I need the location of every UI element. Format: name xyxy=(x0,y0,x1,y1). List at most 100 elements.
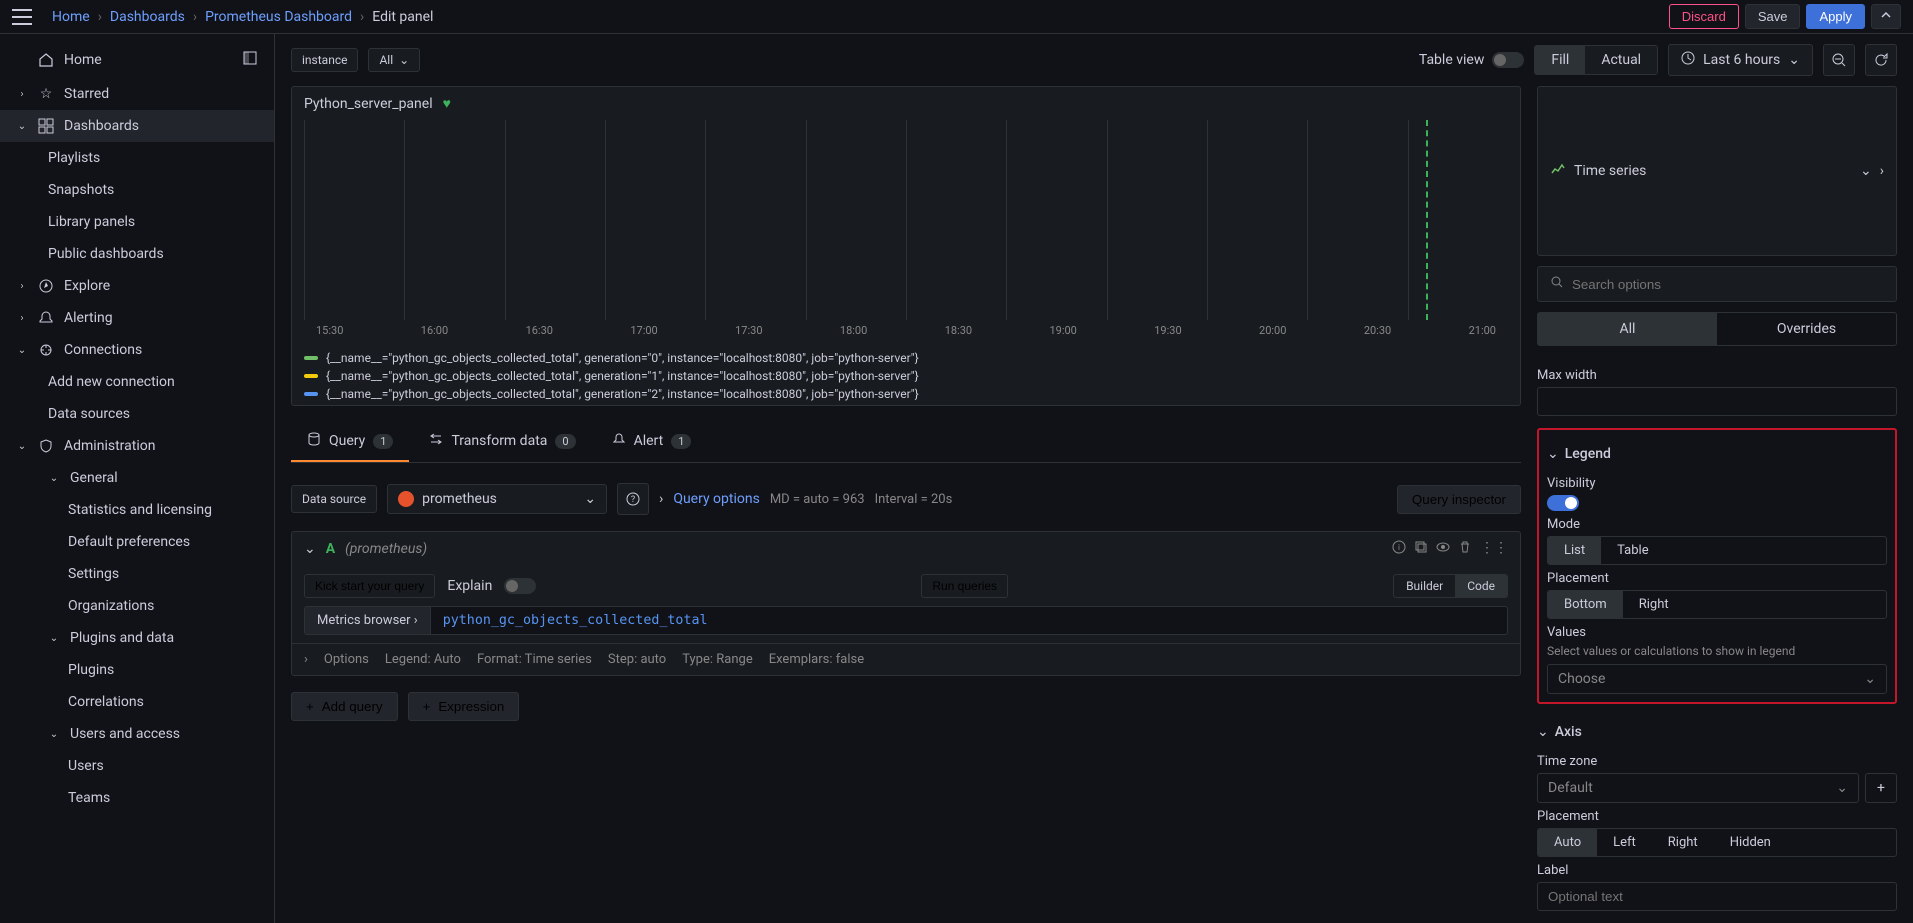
svg-text:i: i xyxy=(1398,543,1400,552)
fill-button[interactable]: Fill xyxy=(1535,46,1585,74)
search-options[interactable] xyxy=(1537,266,1897,302)
builder-mode[interactable]: Builder xyxy=(1394,575,1455,597)
sidebar-defaults[interactable]: Default preferences xyxy=(0,526,274,558)
time-range-picker[interactable]: Last 6 hours ⌄ xyxy=(1668,44,1813,76)
axis-left[interactable]: Left xyxy=(1597,829,1652,856)
zoom-out-button[interactable] xyxy=(1823,44,1855,76)
tab-query[interactable]: Query 1 xyxy=(291,422,409,462)
values-select[interactable]: Choose ⌄ xyxy=(1547,664,1887,694)
discard-button[interactable]: Discard xyxy=(1669,4,1739,29)
axis-hidden[interactable]: Hidden xyxy=(1714,829,1787,856)
axis-right[interactable]: Right xyxy=(1652,829,1714,856)
sidebar-explore[interactable]: › Explore xyxy=(0,270,274,302)
tab-all[interactable]: All xyxy=(1538,313,1717,345)
max-width-input[interactable] xyxy=(1537,387,1897,416)
sidebar-item-label: Connections xyxy=(64,342,142,358)
sidebar-orgs[interactable]: Organizations xyxy=(0,590,274,622)
breadcrumb-dashboards[interactable]: Dashboards xyxy=(110,9,185,25)
add-expression-button[interactable]: +Expression xyxy=(408,692,520,721)
sidebar-home[interactable]: Home xyxy=(0,42,274,78)
legend-item[interactable]: {__name__="python_gc_objects_collected_t… xyxy=(304,367,1508,385)
axis-auto[interactable]: Auto xyxy=(1538,829,1597,856)
breadcrumb: Home › Dashboards › Prometheus Dashboard… xyxy=(52,9,433,25)
metrics-browser-button[interactable]: Metrics browser › xyxy=(304,606,431,635)
sidebar-public[interactable]: Public dashboards xyxy=(0,238,274,270)
query-md: MD = auto = 963 xyxy=(770,492,865,507)
expand-icon[interactable]: › xyxy=(304,652,308,667)
add-timezone-button[interactable]: + xyxy=(1865,773,1897,803)
kickstart-button[interactable]: Kick start your query xyxy=(304,574,435,598)
legend-item[interactable]: {__name__="python_gc_objects_collected_t… xyxy=(304,349,1508,367)
dock-icon[interactable] xyxy=(242,50,258,70)
actual-button[interactable]: Actual xyxy=(1585,46,1657,74)
query-options-link[interactable]: Query options xyxy=(673,491,760,507)
axis-header[interactable]: ⌄ Axis xyxy=(1537,716,1897,748)
collapse-icon[interactable]: ⌄ xyxy=(304,541,316,557)
var-value-dropdown[interactable]: All ⌄ xyxy=(368,48,420,72)
legend-item[interactable]: {__name__="python_gc_objects_collected_t… xyxy=(304,385,1508,403)
sidebar-snapshots[interactable]: Snapshots xyxy=(0,174,274,206)
caret-down-icon: ⌄ xyxy=(16,345,28,356)
mode-table[interactable]: Table xyxy=(1601,537,1664,564)
tab-transform[interactable]: Transform data 0 xyxy=(413,422,591,462)
sidebar-general[interactable]: ⌄General xyxy=(0,462,274,494)
sidebar-users-access[interactable]: ⌄Users and access xyxy=(0,718,274,750)
chevron-right-icon[interactable]: › xyxy=(659,491,663,507)
breadcrumb-home[interactable]: Home xyxy=(52,9,90,25)
sidebar-plugins-data[interactable]: ⌄Plugins and data xyxy=(0,622,274,654)
chevron-right-icon[interactable]: › xyxy=(1880,163,1884,179)
timezone-select[interactable]: Default ⌄ xyxy=(1537,773,1859,803)
sidebar-users[interactable]: Users xyxy=(0,750,274,782)
datasource-help-button[interactable]: ? xyxy=(617,483,649,515)
legend-header[interactable]: ⌄ Legend xyxy=(1547,438,1887,470)
placement-right[interactable]: Right xyxy=(1623,591,1685,618)
add-query-button[interactable]: +Add query xyxy=(291,692,398,721)
save-button[interactable]: Save xyxy=(1745,4,1801,29)
sidebar-plugins[interactable]: Plugins xyxy=(0,654,274,686)
sidebar-starred[interactable]: › ☆ Starred xyxy=(0,78,274,110)
visibility-toggle[interactable] xyxy=(1547,495,1579,511)
hint-icon[interactable]: i xyxy=(1392,540,1406,558)
sidebar-item-label: Dashboards xyxy=(64,118,139,134)
chevron-up-icon[interactable] xyxy=(1871,4,1901,29)
apply-button[interactable]: Apply xyxy=(1806,4,1865,29)
chart[interactable] xyxy=(304,120,1508,320)
sidebar-library[interactable]: Library panels xyxy=(0,206,274,238)
sidebar-addconn[interactable]: Add new connection xyxy=(0,366,274,398)
tab-alert[interactable]: Alert 1 xyxy=(596,422,708,462)
axis-label-label: Label xyxy=(1537,857,1897,882)
search-options-input[interactable] xyxy=(1572,277,1884,292)
visualization-picker[interactable]: Time series ⌄ › xyxy=(1537,86,1897,256)
sidebar-teams[interactable]: Teams xyxy=(0,782,274,814)
datasource-select[interactable]: prometheus ⌄ xyxy=(387,484,607,514)
code-mode[interactable]: Code xyxy=(1455,575,1507,597)
sidebar-datasources[interactable]: Data sources xyxy=(0,398,274,430)
refresh-button[interactable] xyxy=(1865,44,1897,76)
placement-bottom[interactable]: Bottom xyxy=(1548,591,1623,618)
eye-icon[interactable] xyxy=(1436,540,1450,558)
table-view-toggle[interactable] xyxy=(1492,52,1524,68)
options-label[interactable]: Options xyxy=(324,652,369,667)
sidebar-stats[interactable]: Statistics and licensing xyxy=(0,494,274,526)
sidebar-playlists[interactable]: Playlists xyxy=(0,142,274,174)
sidebar-alerting[interactable]: › Alerting xyxy=(0,302,274,334)
explain-toggle[interactable] xyxy=(504,578,536,594)
sidebar-admin[interactable]: ⌄ Administration xyxy=(0,430,274,462)
mode-list[interactable]: List xyxy=(1548,537,1601,564)
caret-down-icon: ⌄ xyxy=(48,633,60,644)
query-inspector-button[interactable]: Query inspector xyxy=(1397,485,1521,514)
trash-icon[interactable] xyxy=(1458,540,1472,558)
drag-icon[interactable]: ⋮⋮ xyxy=(1480,540,1508,558)
query-expression-input[interactable] xyxy=(431,606,1508,635)
breadcrumb-dashboard[interactable]: Prometheus Dashboard xyxy=(205,9,352,25)
copy-icon[interactable] xyxy=(1414,540,1428,558)
axis-label-input[interactable] xyxy=(1537,882,1897,911)
tab-overrides[interactable]: Overrides xyxy=(1717,313,1896,345)
sidebar-correlations[interactable]: Correlations xyxy=(0,686,274,718)
run-queries-button[interactable]: Run queries xyxy=(921,574,1008,598)
sidebar-dashboards[interactable]: ⌄ Dashboards xyxy=(0,110,274,142)
fill-actual-segment[interactable]: Fill Actual xyxy=(1534,45,1658,75)
menu-icon[interactable] xyxy=(12,9,32,25)
sidebar-connections[interactable]: ⌄ Connections xyxy=(0,334,274,366)
sidebar-settings[interactable]: Settings xyxy=(0,558,274,590)
